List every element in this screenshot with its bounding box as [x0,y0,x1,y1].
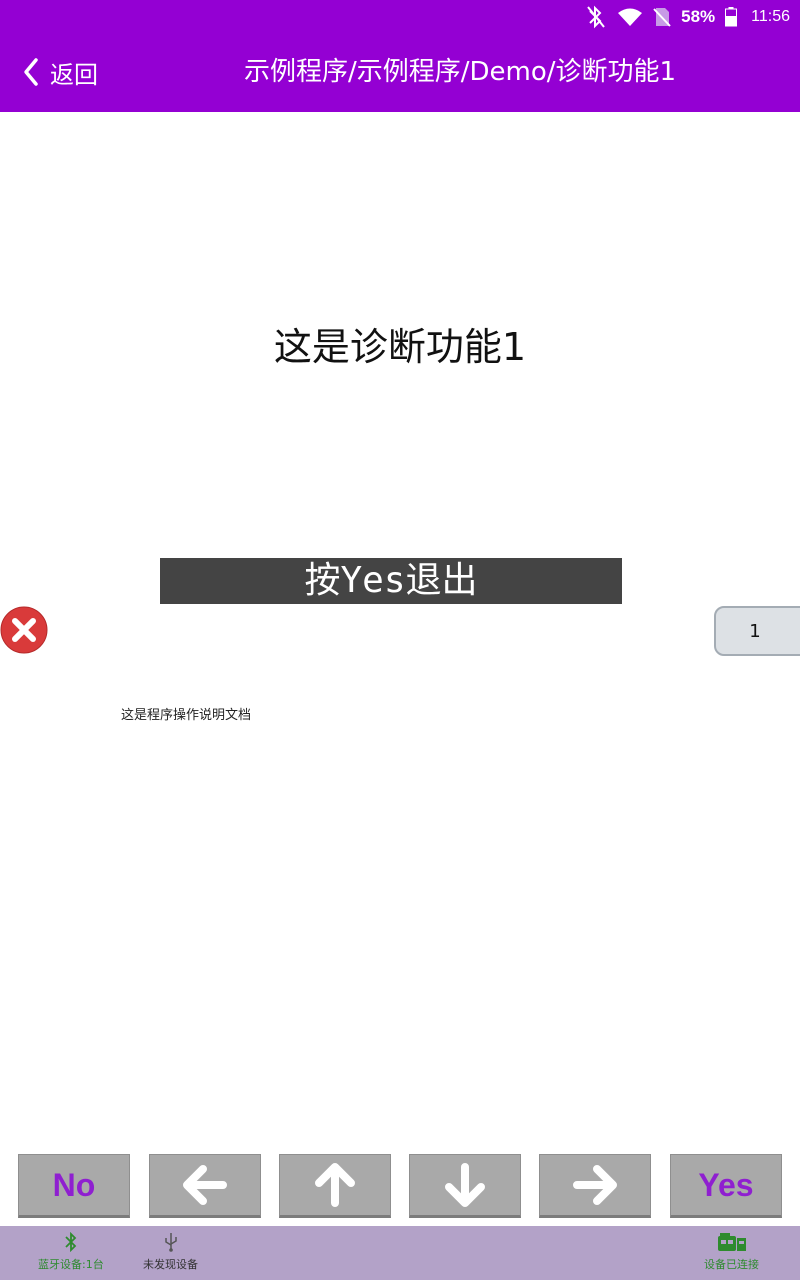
battery-percent: 58% [681,7,716,26]
bluetooth-status[interactable]: 蓝牙设备:1台 [38,1232,104,1272]
close-button[interactable] [0,606,48,654]
arrow-down-icon [445,1163,485,1207]
yes-button-label: Yes [698,1166,754,1203]
bluetooth-label: 蓝牙设备:1台 [38,1258,104,1271]
back-button[interactable]: 返回 [22,52,98,92]
status-time: 11:56 [751,8,790,25]
instruction-text: 这是程序操作说明文档 [121,708,252,723]
usb-status[interactable]: 未发现设备 [143,1232,198,1272]
status-bar: 58% 11:56 [585,4,790,30]
arrow-right-icon [573,1165,617,1205]
connection-label: 设备已连接 [704,1258,759,1271]
yes-button[interactable]: Yes [670,1154,782,1218]
left-button[interactable] [149,1154,261,1218]
bluetooth-icon [65,1232,77,1252]
chevron-left-icon [22,57,40,87]
no-button-label: No [52,1166,96,1203]
action-bar: No Yes [18,1154,782,1218]
page-indicator[interactable]: 1 [714,606,800,656]
arrow-up-icon [315,1163,355,1207]
arrow-left-icon [183,1165,227,1205]
device-connected-icon [717,1233,746,1251]
up-button[interactable] [279,1154,391,1218]
usb-icon [164,1233,177,1252]
battery-icon [725,7,738,27]
connection-status[interactable]: 设备已连接 [704,1232,759,1272]
right-button[interactable] [539,1154,651,1218]
close-icon [0,606,48,654]
page-title: 示例程序/示例程序/Demo/诊断功能1 [243,57,677,87]
wifi-icon [617,7,643,27]
exit-prompt: 按Yes退出 [160,558,622,604]
app-header: 58% 11:56 返回 示例程序/示例程序/Demo/诊断功能1 [0,0,800,112]
back-label: 返回 [50,60,98,89]
device-status-bar: 蓝牙设备:1台 未发现设备 设备已连接 [0,1226,800,1280]
down-button[interactable] [409,1154,521,1218]
usb-label: 未发现设备 [143,1258,198,1271]
function-heading: 这是诊断功能1 [273,325,527,369]
no-button[interactable]: No [18,1154,130,1218]
bluetooth-off-icon [585,5,607,29]
no-sim-icon [653,7,671,27]
